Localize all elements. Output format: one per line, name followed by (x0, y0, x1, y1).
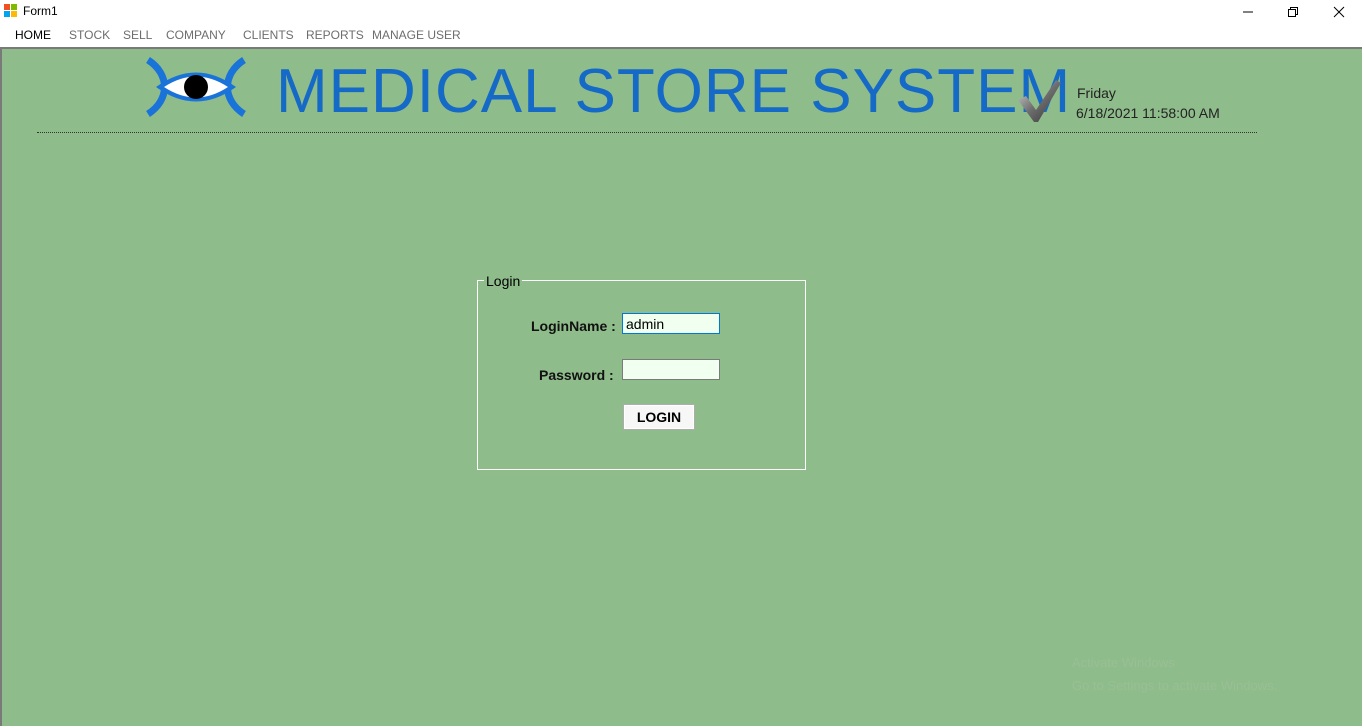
login-name-label: LoginName : (531, 318, 616, 334)
menu-sell[interactable]: SELL (123, 28, 152, 42)
menu-manage-user[interactable]: MANAGE USER (372, 28, 461, 42)
menu-home[interactable]: HOME (15, 28, 51, 42)
app-heading: MEDICAL STORE SYSTEM (276, 57, 1072, 126)
menu-bar: HOME STOCK SELL COMPANY CLIENTS REPORTS … (0, 23, 1364, 47)
login-name-input[interactable] (622, 313, 720, 334)
eye-logo-icon (145, 57, 247, 117)
menu-clients[interactable]: CLIENTS (243, 28, 294, 42)
menu-stock[interactable]: STOCK (69, 28, 110, 42)
menu-company[interactable]: COMPANY (166, 28, 226, 42)
current-datetime: 6/18/2021 11:58:00 AM (1076, 105, 1220, 121)
activation-watermark-subtitle: Go to Settings to activate Windows. (1072, 678, 1278, 693)
title-bar: Form1 (0, 0, 1364, 23)
login-button[interactable]: LOGIN (623, 404, 695, 430)
minimize-icon (1243, 11, 1253, 12)
minimize-button[interactable] (1225, 0, 1271, 23)
restore-button[interactable] (1270, 0, 1316, 23)
app-icon (4, 4, 17, 17)
password-label: Password : (539, 367, 614, 383)
activation-watermark-title: Activate Windows (1072, 655, 1175, 670)
close-icon (1333, 6, 1345, 17)
checkmark-icon (1018, 80, 1061, 122)
menu-reports[interactable]: REPORTS (306, 28, 364, 42)
login-group-title: Login (484, 273, 523, 289)
password-input[interactable] (622, 359, 720, 380)
restore-icon (1288, 6, 1298, 17)
close-button[interactable] (1316, 0, 1362, 23)
current-day: Friday (1077, 85, 1116, 101)
header-divider (37, 132, 1257, 133)
window-title: Form1 (23, 4, 58, 18)
